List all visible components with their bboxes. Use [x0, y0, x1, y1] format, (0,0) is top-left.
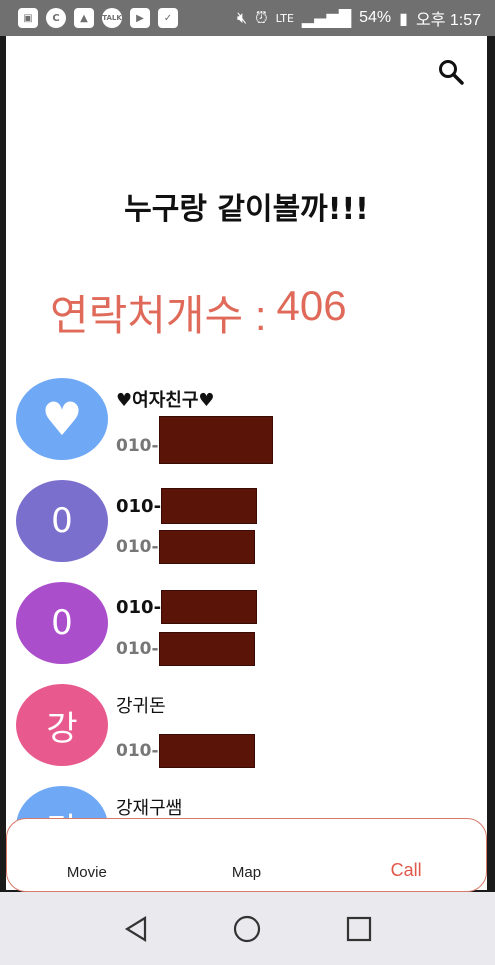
contact-item[interactable]: 강 강귀돈 010-: [6, 682, 487, 784]
avatar: ♥: [16, 378, 108, 460]
tab-call[interactable]: Call: [346, 860, 466, 881]
contact-name-text: 강재구쌤: [116, 798, 183, 819]
redacted-block: [161, 488, 258, 524]
alarm-icon: ⏰︎: [255, 8, 268, 27]
contact-item[interactable]: ♥ ♥여자친구♥ 010-: [6, 376, 487, 478]
contact-name-text: 010-: [116, 596, 162, 618]
contact-count-label: 연락처개수 :: [50, 292, 267, 339]
phone-prefix: 010-: [116, 436, 159, 456]
battery-icon: ▮: [399, 8, 408, 28]
contact-name-text: 010-: [116, 495, 162, 517]
contact-item[interactable]: 0 010- 010-: [6, 478, 487, 580]
redacted-block: [158, 530, 255, 564]
facetime-icon: ▣: [18, 8, 38, 28]
contact-name: ♥여자친구♥: [116, 386, 215, 412]
contact-name: 강재구쌤: [116, 794, 182, 820]
contact-phone: 010-: [116, 530, 255, 564]
contact-name: 010-: [116, 590, 258, 624]
recents-icon[interactable]: [339, 909, 379, 949]
phone-prefix: 010-: [116, 537, 159, 557]
contact-name-text: ♥여자친구♥: [116, 390, 215, 411]
contact-phone: 010-: [116, 416, 273, 464]
clock: 오후 1:57: [415, 12, 481, 29]
lte-icon: LTE: [275, 11, 294, 25]
system-nav-bar: [0, 892, 495, 965]
home-icon[interactable]: [227, 909, 267, 949]
checkbox-icon: ✓: [158, 8, 178, 28]
avatar: 0: [16, 480, 108, 562]
search-icon[interactable]: [437, 58, 467, 88]
contact-name-text: 강귀돈: [116, 696, 166, 717]
redacted-block: [161, 590, 258, 624]
contact-list: ♥ ♥여자친구♥ 010- 0 010- 010- 0 010- 010- 강 …: [6, 376, 487, 886]
gallery-icon: ▲: [74, 8, 94, 28]
contact-phone: 010-: [116, 632, 255, 666]
system-status: 🔇︎ ⏰︎ LTE ▂▄▆█ 54% ▮ 오후 1:57: [237, 6, 481, 30]
c-icon: C: [46, 8, 66, 28]
tab-map[interactable]: Map: [186, 864, 306, 881]
contact-count: 연락처개수 : 406: [50, 282, 347, 343]
contact-item[interactable]: 0 010- 010-: [6, 580, 487, 682]
back-icon[interactable]: [116, 909, 156, 949]
notification-icons: ▣ C ▲ TALK ▶ ✓: [18, 8, 178, 28]
redacted-block: [158, 416, 273, 464]
phone-prefix: 010-: [116, 741, 159, 761]
status-bar: ▣ C ▲ TALK ▶ ✓ 🔇︎ ⏰︎ LTE ▂▄▆█ 54% ▮ 오후 1…: [0, 0, 495, 36]
bottom-nav: Movie Map Call: [6, 818, 487, 892]
redacted-block: [158, 632, 255, 666]
tab-movie[interactable]: Movie: [27, 864, 147, 881]
battery-percent: 54%: [359, 9, 392, 26]
phone-prefix: 010-: [116, 639, 159, 659]
youtube-icon: ▶: [130, 8, 150, 28]
avatar: 강: [16, 684, 108, 766]
talk-icon: TALK: [102, 8, 122, 28]
contact-name: 강귀돈: [116, 692, 166, 718]
app-screen: 누구랑 같이볼까!!! 연락처개수 : 406 ♥ ♥여자친구♥ 010- 0 …: [6, 36, 487, 890]
contact-phone: 010-: [116, 734, 255, 768]
page-title: 누구랑 같이볼까!!!: [124, 192, 369, 227]
contact-count-value: 406: [276, 282, 347, 329]
mute-icon: 🔇︎: [237, 8, 248, 27]
contact-name: 010-: [116, 488, 258, 524]
redacted-block: [158, 734, 255, 768]
signal-icon: ▂▄▆█: [301, 8, 352, 28]
avatar: 0: [16, 582, 108, 664]
